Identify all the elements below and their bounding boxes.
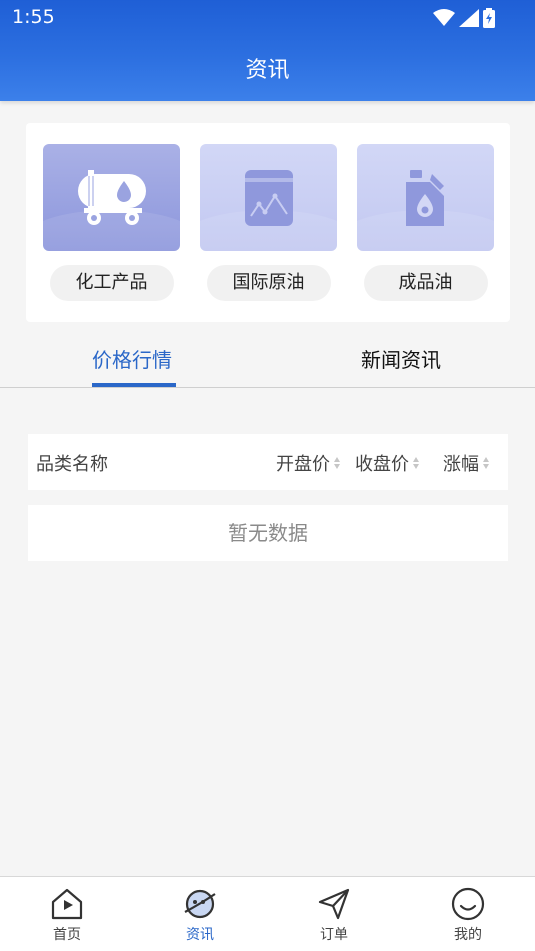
status-time: 1:55	[12, 6, 55, 28]
sort-icon	[483, 457, 489, 469]
table-header: 品类名称 开盘价 收盘价 涨幅	[28, 434, 508, 490]
empty-state: 暂无数据	[28, 505, 508, 561]
column-category-name: 品类名称	[36, 454, 108, 475]
nav-home[interactable]: 首页	[27, 885, 107, 944]
smile-icon	[451, 887, 485, 921]
oil-can-icon	[405, 169, 444, 226]
app-header: 1:55 资讯	[0, 0, 535, 101]
column-change[interactable]: 涨幅	[443, 450, 489, 476]
column-open-price[interactable]: 开盘价	[276, 450, 340, 476]
tanker-truck-icon	[77, 169, 146, 225]
sort-icon	[334, 457, 340, 469]
planet-icon	[184, 889, 216, 919]
nav-orders[interactable]: 订单	[294, 885, 374, 944]
bottom-nav: 首页 资讯 订单 我的	[0, 876, 535, 951]
column-close-price[interactable]: 收盘价	[355, 450, 419, 476]
nav-profile[interactable]: 我的	[428, 885, 508, 944]
category-refined-oil[interactable]: 成品油	[357, 144, 494, 301]
page-title: 资讯	[245, 58, 290, 83]
tab-price-quotes[interactable]: 价格行情	[92, 344, 172, 373]
category-refined-oil-image	[357, 144, 494, 251]
active-tab-indicator	[92, 383, 176, 387]
wifi-icon	[433, 9, 455, 26]
send-icon	[318, 888, 350, 920]
status-icons	[433, 8, 495, 28]
category-card: 化工产品 国际原油 成品油	[26, 123, 510, 322]
battery-icon	[483, 8, 495, 28]
category-chemical[interactable]: 化工产品	[43, 144, 180, 301]
category-chemical-label: 化工产品	[49, 265, 174, 301]
category-crude-oil-image	[200, 144, 337, 251]
home-icon	[51, 888, 83, 920]
category-refined-oil-label: 成品油	[363, 265, 488, 301]
sort-icon	[413, 457, 419, 469]
category-crude-oil[interactable]: 国际原油	[200, 144, 337, 301]
price-chart-icon	[244, 169, 293, 226]
category-crude-oil-label: 国际原油	[206, 265, 331, 301]
tab-news[interactable]: 新闻资讯	[361, 344, 441, 373]
tab-bar: 价格行情 新闻资讯	[0, 330, 535, 388]
signal-icon	[459, 9, 479, 27]
category-chemical-image	[43, 144, 180, 251]
nav-news[interactable]: 资讯	[160, 885, 240, 944]
